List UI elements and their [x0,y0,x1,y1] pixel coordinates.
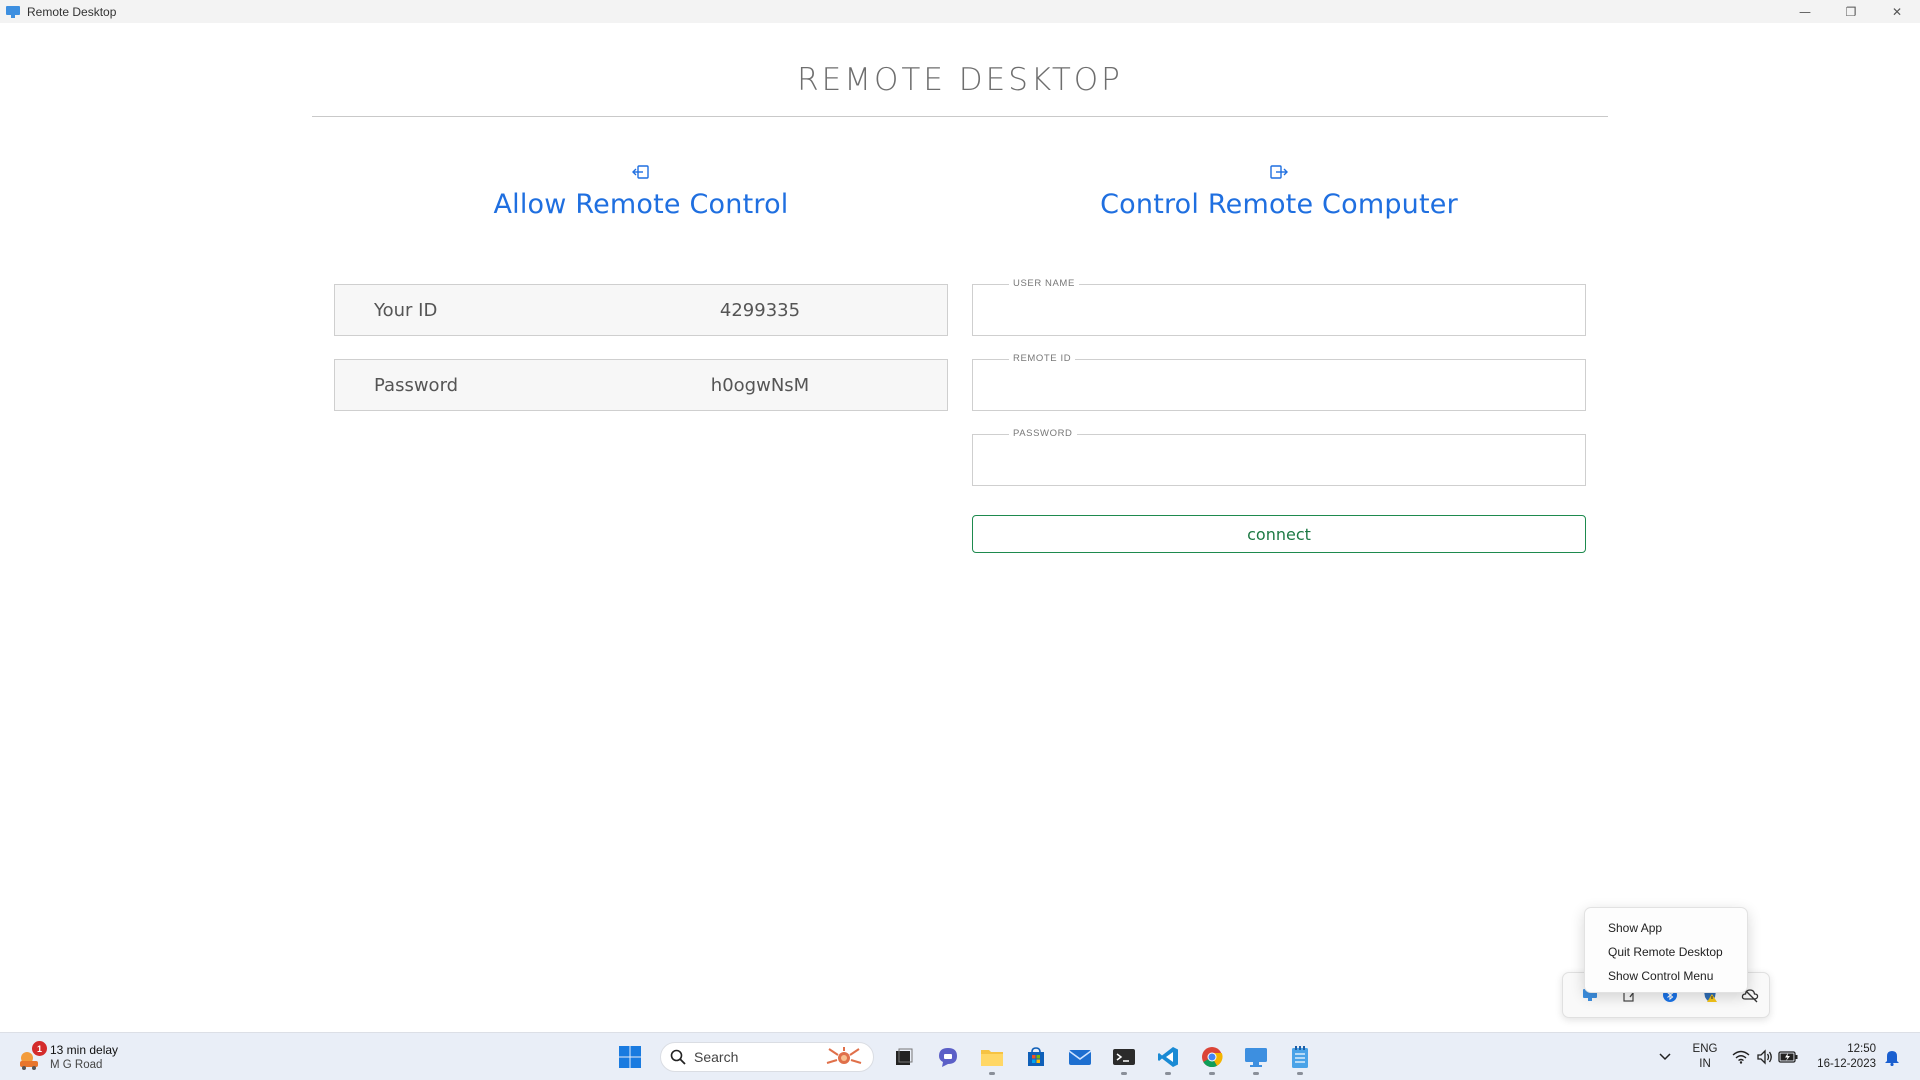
wifi-icon [1732,1050,1750,1064]
mail-icon [1068,1050,1092,1065]
remote-desktop-app-icon [6,5,20,18]
clock[interactable]: 12:50 16-12-2023 [1804,1042,1876,1072]
title-bar: Remote Desktop — ❐ ✕ [0,0,1920,23]
tray-context-menu: Show App Quit Remote Desktop Show Contro… [1584,907,1748,993]
app-header: REMOTE DESKTOP [312,60,1608,117]
vscode-button[interactable] [1150,1037,1186,1077]
minimize-button[interactable]: — [1782,0,1828,23]
volume-button[interactable] [1755,1047,1775,1067]
taskbar-search[interactable]: Search [660,1042,874,1072]
folder-icon [981,1050,1003,1066]
your-id-box: Your ID 4299335 [334,284,948,336]
remote-id-field: REMOTE ID [972,353,1586,411]
teams-chat-button[interactable] [930,1037,966,1077]
remote-id-input[interactable] [974,361,1584,409]
chrome-button[interactable] [1194,1037,1230,1077]
mail-button[interactable] [1062,1037,1098,1077]
bell-icon [1885,1051,1899,1066]
notepad-icon [1292,1046,1308,1068]
connect-button[interactable]: connect [972,515,1586,553]
restore-button[interactable]: ❐ [1828,0,1874,23]
menu-item-show-app[interactable]: Show App [1585,919,1747,943]
menu-item-show-control-menu[interactable]: Show Control Menu [1585,967,1747,991]
language-line-2: IN [1699,1058,1711,1070]
weather-line-1: 13 min delay [50,1043,119,1057]
weather-widget[interactable]: 1 13 min delay M G Road [16,1039,118,1075]
notifications-button[interactable] [1882,1047,1902,1067]
remote-password-field: PASSWORD [972,428,1586,486]
logout-arrow-icon [1270,165,1288,179]
terminal-button[interactable] [1106,1037,1142,1077]
your-id-label: Your ID [374,300,438,321]
notification-badge: 1 [32,1041,47,1056]
search-label: Search [694,1049,739,1065]
taskbar-apps: Search [612,1037,1318,1077]
file-explorer-button[interactable] [974,1037,1010,1077]
chrome-icon [1202,1047,1223,1068]
microsoft-store-button[interactable] [1018,1037,1054,1077]
terminal-icon [1113,1049,1135,1065]
menu-item-quit-remote-desktop[interactable]: Quit Remote Desktop [1585,943,1747,967]
clock-time: 12:50 [1847,1043,1876,1055]
show-hidden-icons-button[interactable] [1651,1047,1679,1067]
language-line-1: ENG [1692,1043,1718,1055]
traffic-icon: 1 [16,1041,47,1071]
wifi-button[interactable] [1731,1047,1751,1067]
control-remote-heading: Control Remote Computer [1100,189,1458,220]
user-name-field: USER NAME [972,278,1586,336]
search-icon [670,1049,686,1065]
chat-icon [939,1048,957,1067]
window-title: Remote Desktop [27,4,117,19]
monitor-icon [1245,1048,1267,1067]
local-password-value: h0ogwNsM [710,375,810,396]
clock-date: 16-12-2023 [1817,1058,1876,1070]
close-button[interactable]: ✕ [1874,0,1920,23]
windows-logo-icon [619,1046,641,1068]
window-controls: — ❐ ✕ [1782,0,1920,23]
chevron-down-icon [1659,1053,1671,1061]
local-password-box: Password h0ogwNsM [334,359,948,411]
battery-button[interactable] [1778,1047,1798,1067]
speaker-icon [1757,1049,1772,1065]
taskbar: 1 13 min delay M G Road Search ENG IN 12… [0,1032,1920,1080]
user-name-input[interactable] [974,286,1584,334]
vscode-icon [1158,1047,1178,1067]
battery-charging-icon [1778,1051,1798,1063]
allow-remote-heading: Allow Remote Control [493,189,789,220]
store-bag-icon [1028,1047,1044,1066]
task-view-icon [896,1048,913,1065]
your-id-value: 4299335 [719,300,801,321]
page-title: REMOTE DESKTOP [797,62,1123,98]
allow-remote-section-heading: Allow Remote Control [334,164,948,220]
remote-password-input[interactable] [974,436,1584,484]
local-password-label: Password [374,375,459,396]
remote-desktop-taskbar-button[interactable] [1238,1037,1274,1077]
search-highlight-icon [826,1047,862,1064]
start-button[interactable] [612,1037,648,1077]
control-remote-section-heading: Control Remote Computer [972,164,1586,220]
login-arrow-icon [632,165,649,179]
weather-line-2: M G Road [50,1059,103,1071]
notepad-button[interactable] [1282,1037,1318,1077]
language-indicator[interactable]: ENG IN [1690,1042,1720,1072]
task-view-button[interactable] [886,1037,922,1077]
